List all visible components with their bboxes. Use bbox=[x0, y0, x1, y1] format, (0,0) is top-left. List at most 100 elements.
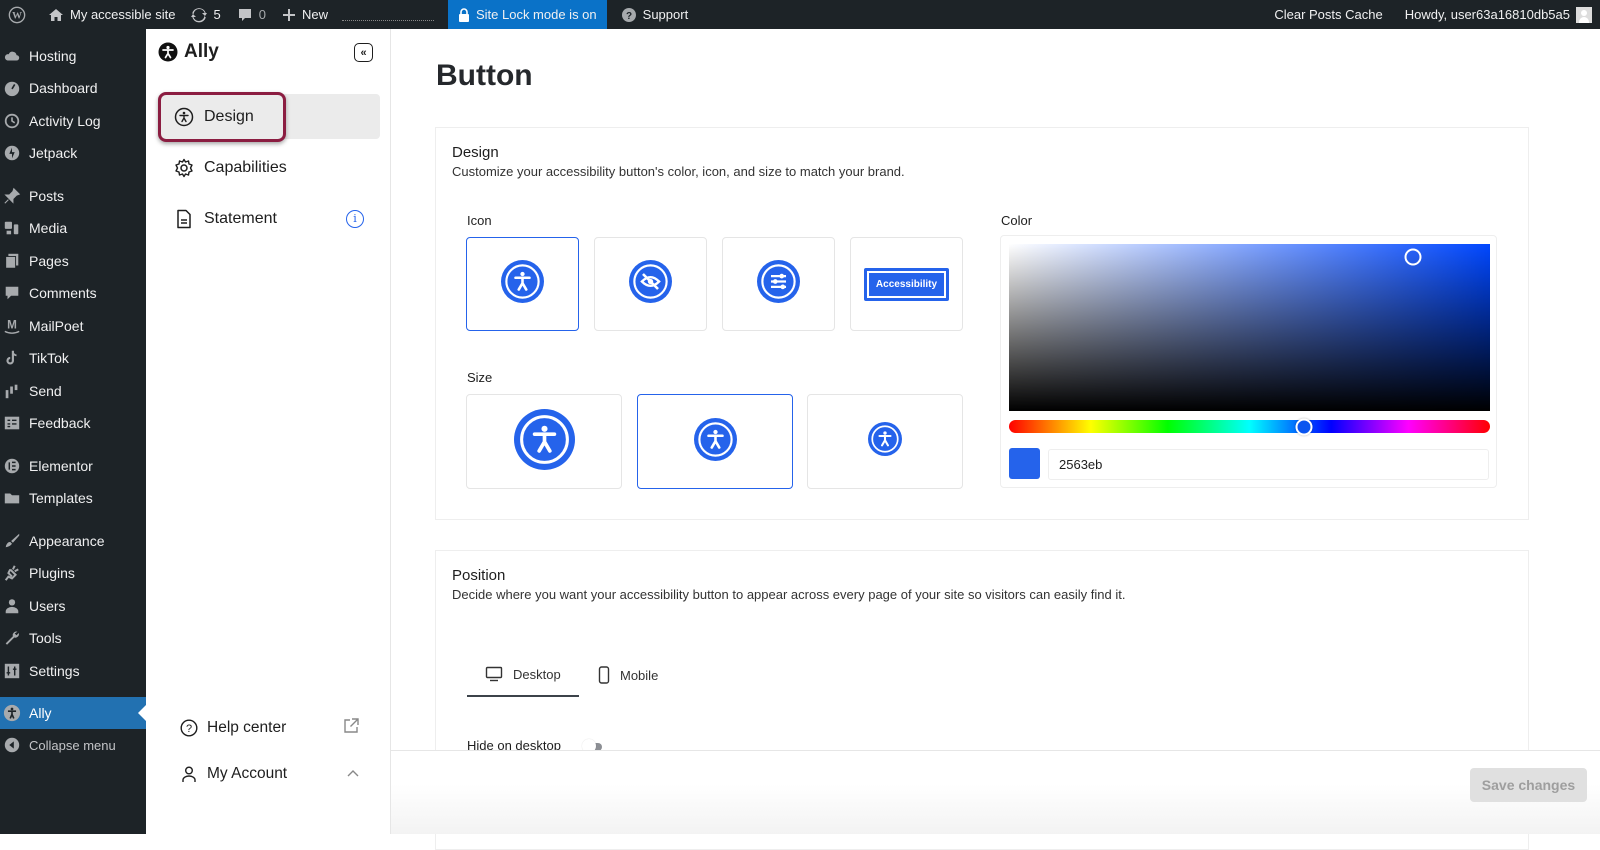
wp-menu-item-feedback[interactable]: Feedback bbox=[0, 407, 146, 439]
feedback-icon bbox=[2, 413, 22, 433]
avatar bbox=[1576, 6, 1592, 23]
help-center-label: Help center bbox=[207, 719, 287, 736]
menu-label: Tools bbox=[29, 630, 62, 646]
account-menu[interactable]: Howdy, user63a16810db5a5 bbox=[1397, 0, 1600, 29]
new-content-link[interactable]: New bbox=[274, 0, 336, 29]
support-link[interactable]: ? Support bbox=[607, 0, 697, 29]
collapse-sidebar-button[interactable]: « bbox=[354, 43, 373, 62]
position-heading: Position bbox=[452, 567, 506, 584]
wp-menu-item-settings[interactable]: Settings bbox=[0, 655, 146, 687]
home-icon bbox=[49, 8, 63, 21]
nav-label: Capabilities bbox=[204, 158, 287, 176]
chevron-up-icon bbox=[346, 765, 360, 783]
brush-icon bbox=[2, 531, 22, 551]
accessibility-text-badge: Accessibility bbox=[863, 267, 950, 301]
site-name-link[interactable]: My accessible site bbox=[40, 0, 183, 29]
wp-menu-item-pages[interactable]: Pages bbox=[0, 245, 146, 277]
accessibility-icon bbox=[174, 107, 194, 127]
wp-menu-item-dashboard[interactable]: Dashboard bbox=[0, 72, 146, 104]
wp-admin-menu: Hosting Dashboard Activity Log Jetpack Posts… bbox=[0, 29, 146, 834]
nav-statement[interactable]: Statement i bbox=[158, 196, 380, 241]
external-link-icon bbox=[342, 717, 360, 740]
ally-sidebar: Ally « Design Capabilities Statement i ?… bbox=[146, 29, 391, 834]
person-icon bbox=[513, 408, 575, 475]
site-name: My accessible site bbox=[70, 7, 176, 22]
info-icon[interactable]: i bbox=[346, 209, 364, 228]
menu-label: Activity Log bbox=[29, 113, 101, 129]
hue-slider[interactable] bbox=[1009, 418, 1490, 435]
wp-menu-item-send[interactable]: Send bbox=[0, 375, 146, 407]
tab-mobile[interactable]: Mobile bbox=[598, 653, 658, 697]
wp-menu-item-posts[interactable]: Posts bbox=[0, 180, 146, 212]
wp-menu-item-comments[interactable]: Comments bbox=[0, 277, 146, 309]
menu-label: Appearance bbox=[29, 533, 105, 549]
icon-option-1[interactable] bbox=[466, 237, 579, 331]
saturation-brightness-area[interactable] bbox=[1009, 244, 1490, 411]
wp-menu-item-appearance[interactable]: Appearance bbox=[0, 525, 146, 557]
hue-slider-handle[interactable] bbox=[1295, 418, 1313, 435]
wp-menu-item-jetpack[interactable]: Jetpack bbox=[0, 137, 146, 169]
design-subtitle: Customize your accessibility button's co… bbox=[452, 164, 905, 179]
hex-color-input[interactable] bbox=[1048, 449, 1489, 480]
menu-label: Plugins bbox=[29, 565, 75, 581]
saturation-brightness-handle[interactable] bbox=[1404, 248, 1422, 266]
site-lock-link[interactable]: Site Lock mode is on bbox=[447, 0, 607, 29]
icon-option-4[interactable]: Accessibility bbox=[850, 237, 963, 331]
clear-cache-link[interactable]: Clear Posts Cache bbox=[1266, 0, 1396, 29]
menu-label: Feedback bbox=[29, 415, 91, 431]
menu-label: Elementor bbox=[29, 458, 93, 474]
position-subtitle: Decide where you want your accessibility… bbox=[452, 587, 1126, 602]
accessibility-icon bbox=[2, 703, 22, 723]
wordpress-logo-button[interactable]: W bbox=[0, 0, 40, 29]
wp-menu-item-tiktok[interactable]: TikTok bbox=[0, 342, 146, 374]
comments-count: 0 bbox=[258, 7, 266, 22]
nav-capabilities[interactable]: Capabilities bbox=[158, 145, 380, 190]
wp-menu-item-activity-log[interactable]: Activity Log bbox=[0, 105, 146, 137]
size-option-medium[interactable] bbox=[637, 394, 793, 489]
wp-menu-item-users[interactable]: Users bbox=[0, 590, 146, 622]
wrench-icon bbox=[2, 628, 22, 648]
ally-logo-icon bbox=[158, 42, 178, 62]
size-option-large[interactable] bbox=[466, 394, 622, 489]
sliders-icon bbox=[757, 260, 800, 308]
color-label: Color bbox=[1001, 213, 1033, 228]
updates-icon bbox=[191, 7, 208, 22]
wp-menu-item-plugins[interactable]: Plugins bbox=[0, 557, 146, 589]
color-swatch bbox=[1009, 448, 1040, 479]
wp-menu-item-media[interactable]: Media bbox=[0, 212, 146, 244]
lock-icon bbox=[458, 7, 469, 22]
collapse-menu-button[interactable]: Collapse menu bbox=[0, 729, 146, 761]
wp-menu-item-ally[interactable]: Ally bbox=[0, 697, 146, 729]
size-label: Size bbox=[467, 370, 493, 385]
icon-option-2[interactable] bbox=[594, 237, 707, 331]
elementor-icon bbox=[2, 456, 22, 476]
nav-design[interactable]: Design bbox=[158, 94, 380, 139]
tab-label: Desktop bbox=[513, 666, 561, 682]
save-changes-button[interactable]: Save changes bbox=[1470, 768, 1587, 802]
help-center-link[interactable]: ? Help center bbox=[180, 713, 360, 743]
wp-menu-item-tools[interactable]: Tools bbox=[0, 622, 146, 654]
send-icon bbox=[2, 381, 22, 401]
wp-menu-item-templates[interactable]: Templates bbox=[0, 482, 146, 514]
admin-bar: W My accessible site 5 0 New Site Lock m… bbox=[0, 0, 1600, 29]
footer-bar: Save changes bbox=[391, 750, 1600, 834]
updates-link[interactable]: 5 bbox=[183, 0, 228, 29]
comments-link[interactable]: 0 bbox=[229, 0, 274, 29]
wp-menu-item-mailpoet[interactable]: M MailPoet bbox=[0, 310, 146, 342]
my-account-menu[interactable]: My Account bbox=[180, 759, 360, 789]
history-icon bbox=[2, 111, 22, 131]
wp-menu-item-hosting[interactable]: Hosting bbox=[0, 40, 146, 72]
clear-cache-label: Clear Posts Cache bbox=[1274, 7, 1383, 22]
wp-menu-item-elementor[interactable]: Elementor bbox=[0, 450, 146, 482]
howdy-label: Howdy, user63a16810db5a5 bbox=[1404, 7, 1570, 22]
icon-option-3[interactable] bbox=[722, 237, 835, 331]
size-option-small[interactable] bbox=[807, 394, 963, 489]
tab-desktop[interactable]: Desktop bbox=[467, 653, 579, 697]
brand-name: Ally bbox=[184, 41, 219, 62]
document-icon bbox=[174, 209, 194, 229]
double-chevron-left-icon: « bbox=[360, 46, 367, 59]
my-account-label: My Account bbox=[207, 765, 288, 782]
person-icon bbox=[501, 260, 544, 308]
menu-label: MailPoet bbox=[29, 318, 84, 334]
menu-label: Hosting bbox=[29, 48, 77, 64]
